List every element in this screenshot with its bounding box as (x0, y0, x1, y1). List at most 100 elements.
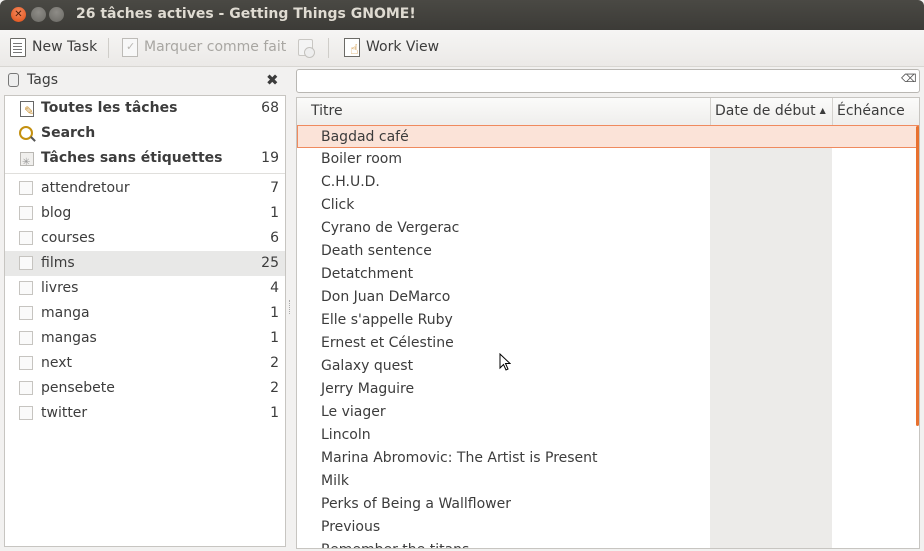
tag-label: Tâches sans étiquettes (41, 150, 223, 166)
task-row[interactable]: Death sentence (297, 240, 919, 263)
tag-label: livres (41, 280, 79, 296)
close-sidebar-icon[interactable]: ✖ (266, 71, 279, 89)
task-title: Detatchment (321, 266, 414, 282)
scrollbar[interactable] (916, 126, 919, 426)
minimize-window-button[interactable] (31, 7, 46, 22)
task-row[interactable]: Marina Abromovic: The Artist is Present (297, 447, 919, 470)
task-row[interactable]: Boiler room (297, 148, 919, 171)
task-row[interactable]: Click (297, 194, 919, 217)
task-row[interactable]: Perks of Being a Wallflower (297, 493, 919, 516)
task-row[interactable]: Previous (297, 516, 919, 539)
title-bar: ✕ 26 tâches actives - Getting Things GNO… (0, 0, 924, 30)
tag-label: blog (41, 205, 72, 221)
tag-item-livres[interactable]: livres 4 (5, 276, 285, 301)
task-title: Jerry Maguire (321, 381, 415, 397)
tags-title: Tags (27, 72, 58, 88)
tag-item-next[interactable]: next 2 (5, 351, 285, 376)
task-row[interactable]: Bagdad café (297, 125, 919, 148)
column-header-start-date[interactable]: Date de début ▲ (715, 103, 826, 119)
task-title: Galaxy quest (321, 358, 414, 374)
tag-color-swatch (19, 181, 33, 195)
tag-count: 1 (270, 330, 279, 346)
user-tags: attendretour 7 blog 1 courses 6 films 25 livres 4… (5, 176, 285, 426)
column-header-due-date[interactable]: Échéance (837, 103, 905, 119)
task-row[interactable]: Remember the titans (297, 539, 919, 548)
new-task-label: New Task (32, 39, 98, 55)
task-title: Remember the titans (321, 539, 469, 548)
mark-done-label: Marquer comme fait (144, 39, 287, 55)
task-title: Previous (321, 519, 381, 535)
tag-item-blog[interactable]: blog 1 (5, 201, 285, 226)
task-row[interactable]: Elle s'appelle Ruby (297, 309, 919, 332)
special-item-all-tasks[interactable]: Toutes les tâches 68 (5, 96, 285, 124)
task-row[interactable]: Ernest et Célestine (297, 332, 919, 355)
maximize-window-button[interactable] (49, 7, 64, 22)
task-title: Milk (321, 473, 349, 489)
tag-count: 4 (270, 280, 279, 296)
tag-item-twitter[interactable]: twitter 1 (5, 401, 285, 426)
task-row[interactable]: Cyrano de Vergerac (297, 217, 919, 240)
tag-color-swatch (19, 331, 33, 345)
toolbar-separator (108, 38, 109, 58)
start-date-label: Date de début (715, 103, 816, 119)
tag-label: mangas (41, 330, 97, 346)
tag-color-swatch (19, 356, 33, 370)
special-item-search[interactable]: Search (5, 121, 285, 146)
task-title: Le viager (321, 404, 386, 420)
divider (5, 173, 285, 174)
tag-color-swatch (19, 306, 33, 320)
mark-done-button[interactable]: Marquer comme fait (122, 30, 286, 64)
tag-item-films[interactable]: films 25 (5, 251, 285, 276)
tag-item-courses[interactable]: courses 6 (5, 226, 285, 251)
all-tasks-icon (20, 99, 34, 124)
task-title: Bagdad café (321, 129, 409, 145)
task-row[interactable]: Le viager (297, 401, 919, 424)
task-row[interactable]: C.H.U.D. (297, 171, 919, 194)
tag-item-attendretour[interactable]: attendretour 7 (5, 176, 285, 201)
task-title: Elle s'appelle Ruby (321, 312, 453, 328)
clear-icon[interactable]: ⌫ (901, 73, 917, 84)
tag-color-swatch (19, 231, 33, 245)
tag-color-swatch (19, 281, 33, 295)
tags-header: Tags ✖ (0, 67, 290, 93)
search-input[interactable]: ⌫ (296, 69, 920, 93)
task-title: Lincoln (321, 427, 371, 443)
tag-label: twitter (41, 405, 88, 421)
dismiss-task-icon (298, 38, 315, 58)
task-title: Ernest et Célestine (321, 335, 454, 351)
work-view-button[interactable]: Work View (344, 30, 439, 64)
toolbar: New Task Marquer comme fait Work View (0, 30, 924, 67)
task-table: Titre Date de début ▲ Échéance Bagdad caf… (296, 97, 920, 549)
dismiss-task-button[interactable] (298, 30, 315, 64)
tag-item-pensebete[interactable]: pensebete 2 (5, 376, 285, 401)
task-title: Click (321, 197, 355, 213)
tag-count: 2 (270, 355, 279, 371)
task-row[interactable]: Galaxy quest (297, 355, 919, 378)
tag-label: attendretour (41, 180, 130, 196)
task-row[interactable]: Don Juan DeMarco (297, 286, 919, 309)
task-title: Death sentence (321, 243, 432, 259)
task-row[interactable]: Jerry Maguire (297, 378, 919, 401)
task-title: C.H.U.D. (321, 174, 380, 190)
task-row[interactable]: Detatchment (297, 263, 919, 286)
tag-item-mangas[interactable]: mangas 1 (5, 326, 285, 351)
tag-label: manga (41, 305, 90, 321)
tag-item-manga[interactable]: manga 1 (5, 301, 285, 326)
task-row[interactable]: Lincoln (297, 424, 919, 447)
tag-color-swatch (19, 256, 33, 270)
tag-count: 1 (270, 405, 279, 421)
task-title: Don Juan DeMarco (321, 289, 451, 305)
new-task-icon (10, 37, 26, 57)
tag-label: Search (41, 125, 96, 141)
column-header-title[interactable]: Titre (311, 103, 343, 119)
sort-ascending-icon: ▲ (819, 106, 826, 115)
toolbar-separator (328, 38, 329, 58)
work-view-label: Work View (366, 39, 440, 55)
column-separator (710, 98, 711, 125)
close-window-button[interactable]: ✕ (11, 7, 26, 22)
tag-color-swatch (19, 206, 33, 220)
special-item-no-tags[interactable]: Tâches sans étiquettes 19 (5, 146, 285, 175)
task-row[interactable]: Milk (297, 470, 919, 493)
pane-splitter[interactable] (288, 300, 291, 314)
new-task-button[interactable]: New Task (10, 30, 97, 64)
